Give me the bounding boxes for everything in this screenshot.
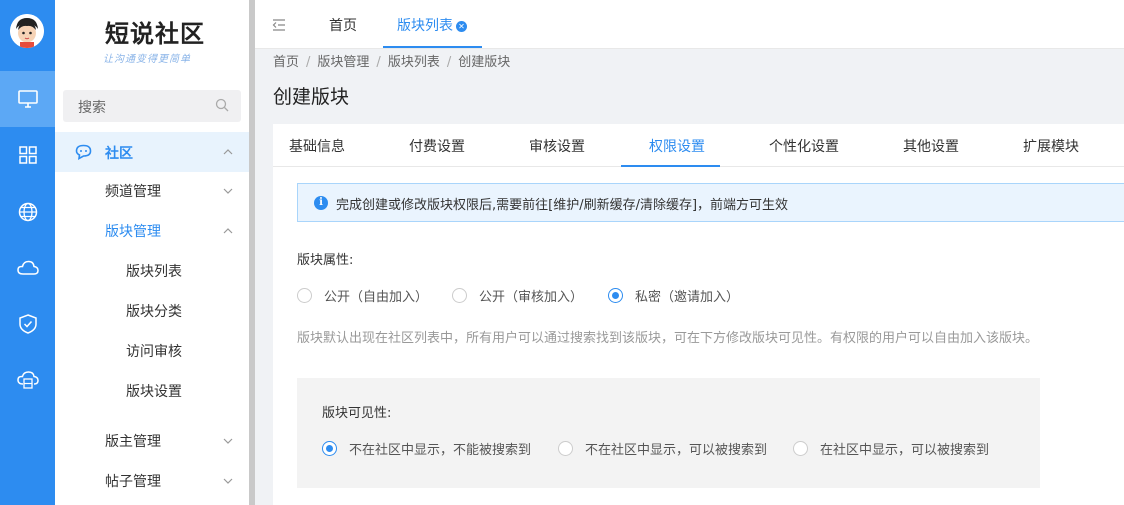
radio-label: 不在社区中显示，可以被搜索到 <box>585 443 768 458</box>
tab-basic-info[interactable]: 基础信息 <box>289 136 345 156</box>
radio-circle[interactable] <box>452 288 467 303</box>
tab-personalization[interactable]: 个性化设置 <box>769 136 839 156</box>
breadcrumb-item[interactable]: 版块管理 <box>317 55 369 70</box>
chat-bubble-icon <box>75 144 92 164</box>
chevron-down-icon <box>223 188 233 194</box>
radio-circle[interactable] <box>297 288 312 303</box>
radio-hidden-unsearchable[interactable]: 不在社区中显示，不能被搜索到 <box>322 439 531 458</box>
monitor-icon[interactable] <box>0 71 55 127</box>
alert-text: 完成创建或修改版块权限后,需要前往[维护/刷新缓存/清除缓存]，前端方可生效 <box>336 198 789 213</box>
radio-private-invite[interactable]: 私密（邀请加入） <box>608 286 739 305</box>
globe-icon[interactable] <box>0 184 55 240</box>
sidebar-leaf-board-list[interactable]: 版块列表 <box>126 261 182 281</box>
sidebar-leaf-board-settings[interactable]: 版块设置 <box>126 381 182 401</box>
content-tabs: 基础信息 付费设置 审核设置 权限设置 个性化设置 其他设置 扩展模块 <box>273 124 1124 167</box>
tab-home[interactable]: 首页 <box>329 15 357 35</box>
radio-hidden-searchable[interactable]: 不在社区中显示，可以被搜索到 <box>558 439 767 458</box>
sidebar-group-label: 社区 <box>105 146 133 162</box>
chevron-down-icon <box>223 438 233 444</box>
search-placeholder: 搜索 <box>78 100 106 116</box>
sidebar-item-label: 帖子管理 <box>105 474 161 490</box>
sidebar-leaf-access-review[interactable]: 访问审核 <box>126 341 182 361</box>
search-input[interactable]: 搜索 <box>63 90 241 122</box>
cloud-server-icon[interactable] <box>0 352 55 408</box>
breadcrumb-item[interactable]: 首页 <box>273 55 299 70</box>
top-tab-bar: 首页 版块列表 ✕ <box>255 0 1124 49</box>
radio-label: 私密（邀请加入） <box>635 290 740 305</box>
info-icon: i <box>314 196 328 210</box>
chevron-up-icon <box>223 149 233 155</box>
visibility-label: 版块可见性: <box>322 406 392 421</box>
search-icon[interactable] <box>215 98 229 116</box>
info-alert: i 完成创建或修改版块权限后,需要前往[维护/刷新缓存/清除缓存]，前端方可生效 <box>297 183 1124 222</box>
avatar[interactable] <box>10 14 44 48</box>
radio-public-free[interactable]: 公开（自由加入） <box>297 286 428 305</box>
tab-board-list[interactable]: 版块列表 ✕ <box>397 15 467 35</box>
logo-subtitle: 让沟通变得更简单 <box>103 54 191 65</box>
sidebar-scrollbar[interactable] <box>249 0 255 505</box>
tab-label: 版块列表 <box>397 18 453 34</box>
tab-payment[interactable]: 付费设置 <box>409 136 465 156</box>
attribute-hint: 版块默认出现在社区列表中，所有用户可以通过搜索找到该版块，可在下方修改版块可见性… <box>297 331 1039 346</box>
form-card: 基础信息 付费设置 审核设置 权限设置 个性化设置 其他设置 扩展模块 i 完成… <box>273 124 1124 505</box>
sidebar-group-community[interactable]: 社区 <box>55 132 249 172</box>
breadcrumb: 首页 / 版块管理 / 版块列表 / 创建版块 <box>273 55 511 70</box>
sidebar-item-label: 频道管理 <box>105 184 161 200</box>
sidebar-leaf-board-category[interactable]: 版块分类 <box>126 301 182 321</box>
sidebar-item-label: 版块管理 <box>105 224 161 240</box>
radio-circle[interactable] <box>322 441 337 456</box>
tab-other-settings[interactable]: 其他设置 <box>903 136 959 156</box>
tab-review[interactable]: 审核设置 <box>529 136 585 156</box>
close-icon[interactable]: ✕ <box>456 21 467 32</box>
cloud-icon[interactable] <box>0 240 55 296</box>
chevron-down-icon <box>223 478 233 484</box>
radio-shown-searchable[interactable]: 在社区中显示，可以被搜索到 <box>793 439 989 458</box>
sidebar-item-label: 版主管理 <box>105 434 161 450</box>
visibility-panel: 版块可见性: 不在社区中显示，不能被搜索到 不在社区中显示，可以被搜索到 在社区… <box>297 378 1040 488</box>
tab-extensions[interactable]: 扩展模块 <box>1023 136 1079 156</box>
grid-icon[interactable] <box>0 127 55 183</box>
tab-permissions[interactable]: 权限设置 <box>649 136 705 156</box>
shield-check-icon[interactable] <box>0 296 55 352</box>
breadcrumb-item-current: 创建版块 <box>458 55 511 70</box>
radio-public-review[interactable]: 公开（审核加入） <box>452 286 583 305</box>
radio-label: 不在社区中显示，不能被搜索到 <box>349 443 532 458</box>
radio-circle[interactable] <box>558 441 573 456</box>
sidebar: 短说社区 让沟通变得更简单 搜索 社区 频道管理 版块管理 版块列表 版块分类 … <box>55 0 249 505</box>
radio-label: 公开（自由加入） <box>324 290 429 305</box>
chevron-up-icon <box>223 228 233 234</box>
breadcrumb-item[interactable]: 版块列表 <box>388 55 440 70</box>
logo-title: 短说社区 <box>105 19 205 48</box>
radio-circle[interactable] <box>608 288 623 303</box>
tab-active-indicator <box>621 165 720 167</box>
attribute-label: 版块属性: <box>297 253 354 268</box>
radio-circle[interactable] <box>793 441 808 456</box>
radio-label: 在社区中显示，可以被搜索到 <box>820 443 990 458</box>
tab-active-indicator <box>383 46 482 48</box>
icon-rail <box>0 0 55 505</box>
radio-label: 公开（审核加入） <box>479 290 584 305</box>
collapse-menu-icon[interactable] <box>272 19 286 35</box>
page-title: 创建版块 <box>273 86 350 108</box>
